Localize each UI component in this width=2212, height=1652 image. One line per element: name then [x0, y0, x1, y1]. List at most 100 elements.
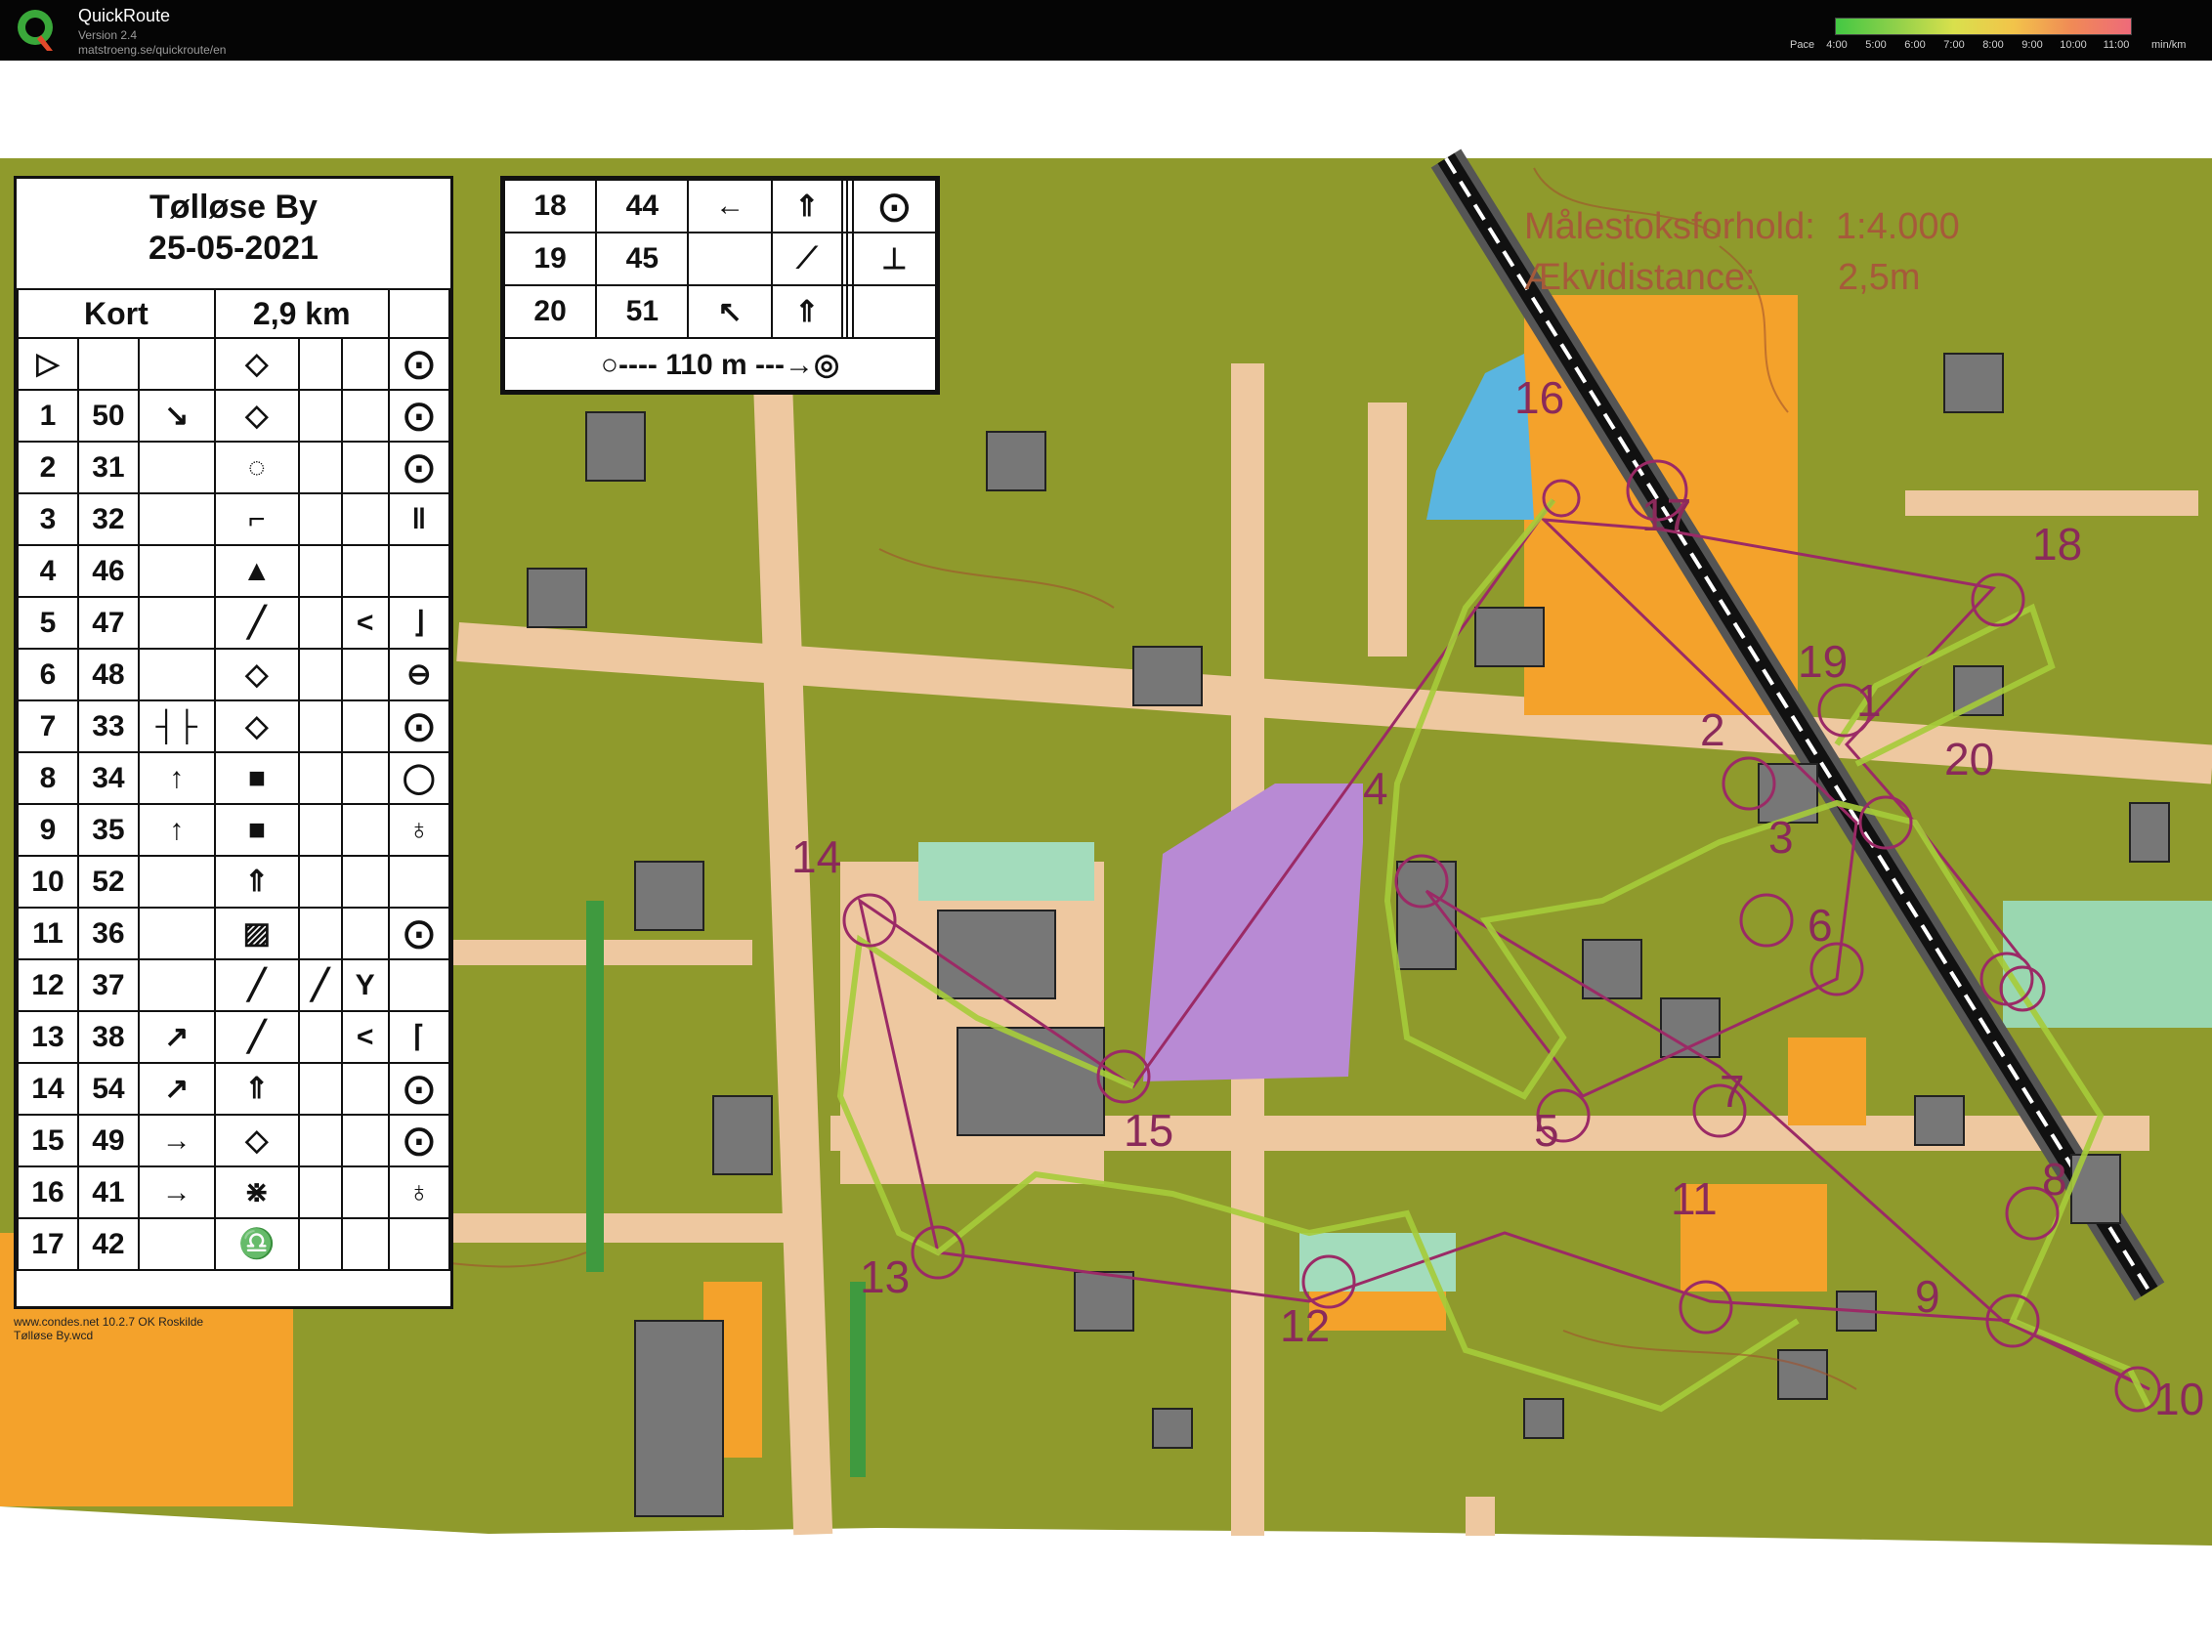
start-feature-icon: ◇	[213, 337, 300, 391]
control-number-label: 18	[2032, 519, 2083, 570]
control-num-cell: 3	[17, 492, 79, 546]
control-dir-cell: ↑	[137, 751, 216, 805]
pace-label: Pace	[1790, 39, 1815, 51]
control-where-cell: ⌈	[387, 1010, 451, 1064]
pace-tick: 10:00	[2060, 39, 2087, 51]
control-feature-cell: ▨	[213, 907, 300, 960]
control-where-cell: ⨀	[387, 699, 451, 753]
control-extra-cell	[340, 389, 390, 443]
control-extra-cell	[340, 441, 390, 494]
control-where-cell	[387, 1217, 451, 1271]
extra-num-cell: 18	[502, 179, 598, 233]
extra-where-cell: ⨀	[851, 179, 938, 233]
legend-header-right: 2,9 km	[213, 288, 390, 339]
control-row: 11 36 ▨ ⨀	[17, 907, 451, 960]
control-dir-cell: ↑	[137, 803, 216, 857]
pace-unit: min/km	[2151, 39, 2187, 51]
control-num-cell: 7	[17, 699, 79, 753]
control-code-cell: 48	[76, 648, 140, 701]
extra-dir-cell	[687, 232, 773, 286]
control-extra-cell	[340, 544, 390, 598]
app-header: QuickRoute Version 2.4 matstroeng.se/qui…	[0, 0, 2212, 61]
control-detail-cell	[297, 648, 343, 701]
control-num-cell: 12	[17, 958, 79, 1012]
app-url[interactable]: matstroeng.se/quickroute/en	[78, 43, 226, 57]
control-detail-cell	[297, 1217, 343, 1271]
control-number-label: 13	[860, 1251, 911, 1302]
legend-header-row: Kort 2,9 km	[17, 288, 451, 339]
control-feature-cell: ■	[213, 803, 300, 857]
control-num-cell: 11	[17, 907, 79, 960]
control-code-cell: 54	[76, 1062, 140, 1116]
control-num-cell: 16	[17, 1165, 79, 1219]
control-number-label: 5	[1534, 1105, 1559, 1156]
control-dir-cell	[137, 441, 216, 494]
control-row: 10 52 ⇑	[17, 855, 451, 909]
control-num-cell: 5	[17, 596, 79, 650]
control-extra-cell	[340, 751, 390, 805]
control-detail-cell	[297, 441, 343, 494]
extra-dir-cell: ↖	[687, 284, 773, 339]
control-num-cell: 9	[17, 803, 79, 857]
extra-feature-cell: ⇑	[770, 284, 844, 339]
control-where-cell: ⨀	[387, 1062, 451, 1116]
pace-tick: 11:00	[2103, 39, 2130, 51]
extra-code-cell: 44	[595, 179, 690, 233]
control-number-label: 12	[1280, 1300, 1331, 1351]
finish-row: ○---- 110 m ---→◎	[503, 337, 937, 392]
control-code-cell: 35	[76, 803, 140, 857]
control-num-cell: 10	[17, 855, 79, 909]
control-code-cell: 42	[76, 1217, 140, 1271]
control-where-cell	[387, 958, 451, 1012]
legend-header-blank	[387, 288, 451, 339]
control-detail-cell	[297, 1010, 343, 1064]
extra-control-row: 20 51 ↖ ⇑	[502, 284, 938, 339]
control-num-cell: 14	[17, 1062, 79, 1116]
control-dir-cell: →	[137, 1165, 216, 1219]
control-code-cell: 47	[76, 596, 140, 650]
control-where-cell: ⨀	[387, 441, 451, 494]
extra-control-row: 18 44 ← ⇑ ⨀	[502, 179, 938, 233]
control-code-cell: 32	[76, 492, 140, 546]
control-feature-cell: ⌐	[213, 492, 300, 546]
control-extra-cell: <	[340, 596, 390, 650]
control-code-cell: 41	[76, 1165, 140, 1219]
control-row: 5 47 ╱ < ⌋	[17, 596, 451, 650]
control-where-cell: ⊖	[387, 648, 451, 701]
control-where-cell: ‖	[387, 492, 451, 546]
control-feature-cell: ■	[213, 751, 300, 805]
control-detail-cell	[297, 1062, 343, 1116]
control-extra-cell	[340, 907, 390, 960]
control-number-label: 7	[1720, 1066, 1745, 1117]
start-row: ▷ ◇ ⨀	[17, 337, 451, 391]
control-dir-cell	[137, 596, 216, 650]
legend-header-left: Kort	[17, 288, 216, 339]
control-feature-cell: ╱	[213, 1010, 300, 1064]
control-code-cell: 34	[76, 751, 140, 805]
extra-feature-cell: ⇑	[770, 179, 844, 233]
pace-tick: 9:00	[2021, 39, 2043, 51]
control-description-table: Kort 2,9 km ▷ ◇ ⨀ 1 50 ↘ ◇ ⨀ 2 31 ◌ ⨀ 3 32 ⌐ ‖ 4 46 ▲ 5 4…	[17, 288, 451, 1271]
control-detail-cell	[297, 1114, 343, 1167]
control-number-label: 17	[1641, 489, 1692, 540]
control-feature-cell: ⋇	[213, 1165, 300, 1219]
control-where-cell: ⨀	[387, 907, 451, 960]
map-scale-info: Målestoksforhold: 1:4.000 Ækvidistance: 2…	[1524, 201, 1960, 303]
extra-feature-cell: ⟋	[770, 232, 844, 286]
control-row: 15 49 → ◇ ⨀	[17, 1114, 451, 1167]
control-row: 2 31 ◌ ⨀	[17, 441, 451, 494]
control-number-label: 8	[2042, 1154, 2067, 1205]
control-extra-cell	[340, 1114, 390, 1167]
control-detail-cell	[297, 389, 343, 443]
control-code-cell: 50	[76, 389, 140, 443]
control-where-cell: ♁	[387, 1165, 451, 1219]
control-row: 14 54 ↗ ⇑ ⨀	[17, 1062, 451, 1116]
start-where-icon: ⨀	[387, 337, 451, 391]
control-where-cell: ◯	[387, 751, 451, 805]
control-code-cell: 49	[76, 1114, 140, 1167]
control-extra-cell: <	[340, 1010, 390, 1064]
control-detail-cell	[297, 803, 343, 857]
control-number-label: 11	[1671, 1173, 1718, 1224]
extra-code-cell: 45	[595, 232, 690, 286]
pace-tick: 4:00	[1826, 39, 1848, 51]
